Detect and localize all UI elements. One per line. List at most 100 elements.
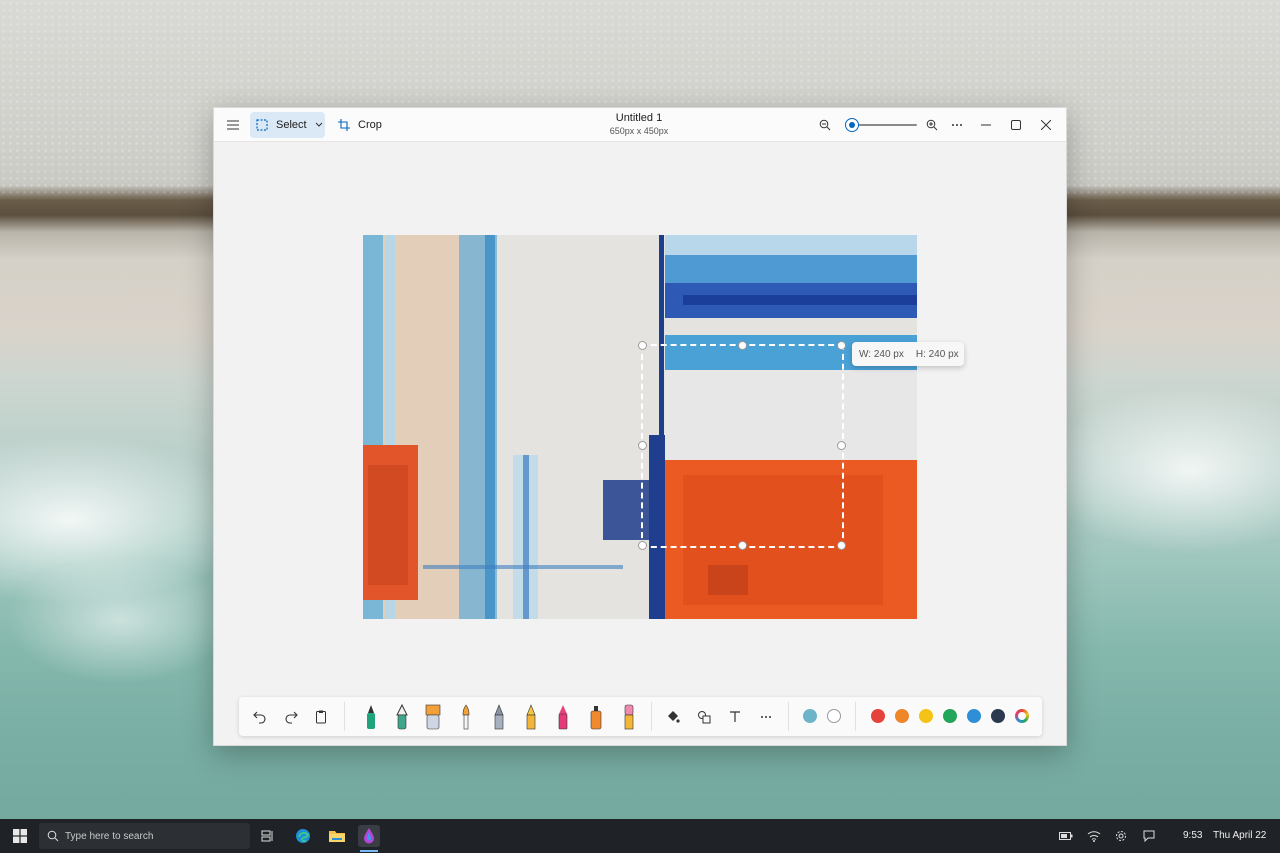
more-tools-button[interactable] (755, 704, 777, 730)
clock-time[interactable]: 9:53 (1183, 830, 1202, 841)
select-rect-icon (256, 119, 268, 131)
fountain-pen-tool[interactable] (391, 704, 413, 730)
settings-button[interactable] (1113, 828, 1129, 844)
paint-window: Select Crop Untitled 1 650px x 450px W: … (213, 107, 1067, 746)
zoom-thumb[interactable] (845, 118, 860, 132)
undo-button[interactable] (249, 704, 271, 730)
close-icon (1041, 120, 1051, 130)
pink-crayon-icon (558, 705, 568, 730)
paint-drop-icon (364, 828, 374, 844)
select-button[interactable]: Select (250, 112, 325, 138)
resize-handle[interactable] (837, 541, 846, 550)
edge-browser-button[interactable] (292, 825, 314, 847)
active-app-indicator (360, 850, 378, 852)
edge-icon (296, 829, 310, 843)
bottom-toolbar (239, 697, 1042, 736)
text-button[interactable] (724, 704, 746, 730)
shapes-icon (698, 711, 711, 724)
minimize-icon (981, 124, 991, 126)
document-title: Untitled 1 (615, 112, 663, 124)
select-label: Select (276, 119, 307, 131)
primary-color-swatch[interactable] (803, 709, 817, 723)
maximize-icon (1011, 120, 1021, 130)
folder-icon (329, 831, 345, 842)
resize-handle[interactable] (737, 541, 747, 550)
text-icon (730, 711, 740, 722)
color-swatch[interactable] (943, 709, 957, 723)
notifications-button[interactable] (1141, 828, 1157, 844)
custom-color-button[interactable] (1015, 709, 1029, 723)
task-view-button[interactable] (257, 825, 279, 847)
crayon-tool[interactable] (552, 704, 574, 730)
selection-height: H: 240 px (915, 348, 959, 360)
color-swatch[interactable] (919, 709, 933, 723)
fill-bucket-icon (668, 711, 680, 723)
selection-box[interactable] (638, 341, 846, 550)
hamburger-icon (227, 120, 239, 130)
selection-size-tooltip: W: 240 px H: 240 px (852, 342, 964, 366)
zoom-slider[interactable] (845, 118, 917, 132)
zoom-in-button[interactable] (923, 112, 941, 138)
color-swatch[interactable] (967, 709, 981, 723)
clipboard-button[interactable] (310, 704, 332, 730)
clock-date[interactable]: Thu April 22 (1213, 830, 1266, 841)
marker-tool[interactable] (360, 704, 382, 730)
windows-start-icon[interactable] (13, 829, 27, 843)
zoom-in-icon (926, 119, 938, 131)
paintbrush-tool[interactable] (455, 704, 477, 730)
color-swatch[interactable] (895, 709, 909, 723)
resize-handle[interactable] (638, 441, 647, 450)
chat-bubble-icon (1143, 830, 1155, 842)
yellow-pencil-icon (526, 704, 536, 730)
crop-button[interactable]: Crop (334, 112, 386, 138)
redo-icon (285, 711, 298, 724)
color-wheel-icon (1018, 712, 1026, 720)
color-swatch[interactable] (991, 709, 1005, 723)
spray-can-tool[interactable] (585, 704, 607, 730)
broad-brush-tool[interactable] (422, 704, 444, 730)
clipboard-icon (316, 710, 326, 724)
resize-handle[interactable] (837, 441, 846, 450)
close-button[interactable] (1036, 112, 1056, 138)
colored-pencil-tool[interactable] (520, 704, 542, 730)
undo-icon (253, 711, 266, 724)
taskbar: Type here to search 9:53 Thu April 22 (0, 819, 1280, 853)
pencil-tool[interactable] (488, 704, 510, 730)
crop-label: Crop (358, 119, 382, 131)
more-icon (761, 716, 771, 718)
eraser-tool[interactable] (618, 704, 640, 730)
selection-width: W: 240 px (859, 348, 904, 360)
paint-app-button[interactable] (358, 825, 380, 847)
resize-handle[interactable] (737, 341, 747, 350)
toolbar-divider (651, 702, 652, 731)
fill-button[interactable] (662, 704, 684, 730)
resize-handle[interactable] (638, 541, 647, 550)
crop-icon (338, 119, 350, 131)
green-marker-icon (367, 705, 375, 729)
maximize-button[interactable] (1006, 112, 1026, 138)
menu-button[interactable] (222, 112, 244, 138)
more-options-button[interactable] (947, 112, 967, 138)
task-view-icon (261, 830, 273, 842)
search-icon (47, 830, 59, 842)
battery-icon (1059, 832, 1073, 840)
toolbar-divider (344, 702, 345, 731)
paintbrush-icon (462, 704, 470, 730)
wifi-icon (1087, 831, 1101, 842)
fountain-pen-icon (396, 704, 408, 730)
shapes-button[interactable] (693, 704, 715, 730)
resize-handle[interactable] (837, 341, 846, 350)
redo-button[interactable] (280, 704, 302, 730)
minimize-button[interactable] (976, 112, 996, 138)
color-swatch[interactable] (871, 709, 885, 723)
taskbar-search[interactable]: Type here to search (39, 823, 250, 849)
spray-can-icon (590, 706, 602, 730)
chevron-down-icon (315, 122, 322, 127)
secondary-color-swatch[interactable] (827, 709, 841, 723)
resize-handle[interactable] (638, 341, 647, 350)
zoom-out-icon (819, 119, 831, 131)
file-explorer-button[interactable] (326, 825, 348, 847)
battery-indicator[interactable] (1058, 828, 1074, 844)
zoom-out-button[interactable] (816, 112, 834, 138)
wifi-indicator[interactable] (1086, 828, 1102, 844)
